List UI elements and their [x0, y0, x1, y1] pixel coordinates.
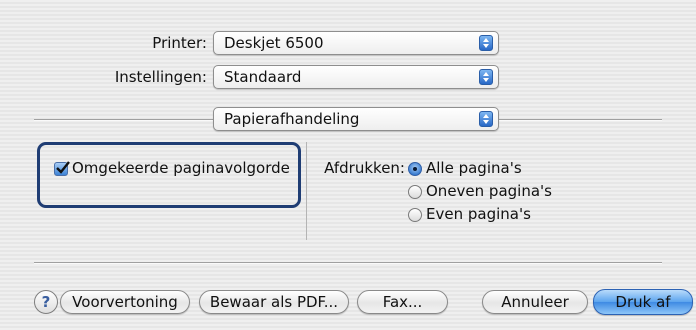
radio-even-pages-label: Even pagina's — [426, 205, 531, 223]
pane-selector-popup[interactable]: Papierafhandeling — [213, 107, 499, 131]
popup-arrows-icon — [479, 111, 493, 127]
separator-right — [499, 119, 662, 121]
presets-label: Instellingen: — [114, 68, 207, 86]
help-icon[interactable]: ? — [34, 290, 58, 314]
fax-button[interactable]: Fax... — [357, 290, 448, 314]
reverse-order-label: Omgekeerde paginavolgorde — [72, 159, 290, 177]
popup-arrows-icon — [479, 35, 493, 51]
separator-left — [34, 119, 214, 121]
footer-separator — [34, 262, 662, 264]
printer-label: Printer: — [152, 34, 207, 52]
pane-selector-value: Papierafhandeling — [224, 110, 360, 128]
radio-unselected-icon — [408, 208, 422, 222]
presets-popup[interactable]: Standaard — [213, 65, 499, 89]
checkbox-checked-icon — [54, 161, 70, 176]
radio-selected-icon — [408, 162, 422, 176]
column-divider — [306, 142, 307, 240]
printer-popup[interactable]: Deskjet 6500 — [213, 31, 499, 55]
save-as-pdf-button[interactable]: Bewaar als PDF... — [199, 290, 349, 314]
radio-unselected-icon — [408, 185, 422, 199]
radio-odd-pages-label: Oneven pagina's — [426, 182, 552, 200]
print-pages-label: Afdrukken: — [324, 159, 405, 177]
preview-button[interactable]: Voorvertoning — [60, 290, 190, 314]
printer-value: Deskjet 6500 — [224, 34, 324, 52]
popup-arrows-icon — [479, 69, 493, 85]
cancel-button[interactable]: Annuleer — [482, 290, 588, 314]
presets-value: Standaard — [224, 68, 302, 86]
print-button[interactable]: Druk af — [593, 289, 693, 315]
radio-all-pages-label: Alle pagina's — [426, 159, 522, 177]
